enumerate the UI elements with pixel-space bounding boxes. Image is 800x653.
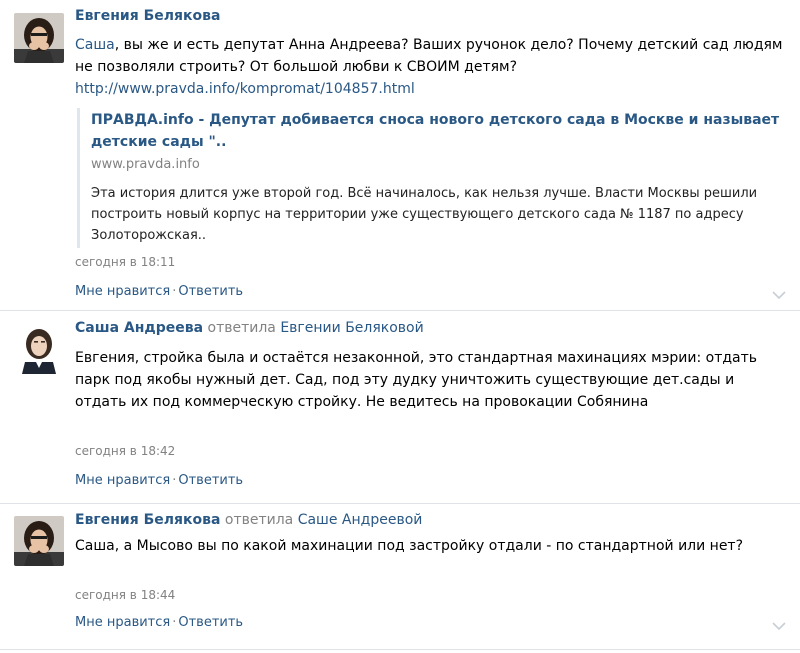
avatar[interactable]	[14, 324, 64, 374]
mention-link[interactable]: Саша	[75, 37, 115, 53]
action-separator: ·	[172, 284, 177, 299]
avatar[interactable]	[14, 516, 64, 566]
replied-label: ответила	[207, 320, 276, 336]
comment: Саша Андреева ответила Евгении Беляковой…	[0, 311, 800, 504]
avatar-woman-dark-hair-icon	[14, 516, 64, 566]
preview-description: Эта история длится уже второй год. Всё н…	[91, 186, 758, 243]
comment-actions: Мне нравится · Ответить	[75, 473, 243, 488]
comment-text: Евгения, стройка была и остаётся незакон…	[75, 350, 758, 410]
comments-feed: Евгения Белякова Саша, вы же и есть депу…	[0, 0, 800, 653]
comment-actions: Мне нравится · Ответить	[75, 615, 243, 630]
reply-button[interactable]: Ответить	[178, 473, 243, 488]
comment-header: Евгения Белякова ответила Саше Андреевой	[75, 512, 422, 528]
comment-actions: Мне нравится · Ответить	[75, 284, 243, 299]
comment-date[interactable]: сегодня в 18:44	[75, 588, 175, 602]
comment-text: Саша, вы же и есть депутат Анна Андреева…	[75, 37, 783, 97]
comment: Евгения Белякова ответила Саше Андреевой…	[0, 504, 800, 653]
author-name[interactable]: Евгения Белякова	[75, 8, 220, 24]
preview-domain: www.pravda.info	[91, 157, 200, 172]
like-button[interactable]: Мне нравится	[75, 473, 170, 488]
chevron-down-icon[interactable]	[772, 290, 786, 300]
comment-date[interactable]: сегодня в 18:11	[75, 255, 175, 269]
author-name[interactable]: Саша Андреева	[75, 320, 203, 336]
comment-date[interactable]: сегодня в 18:42	[75, 444, 175, 458]
comment-header: Евгения Белякова	[75, 8, 220, 24]
like-button[interactable]: Мне нравится	[75, 284, 170, 299]
reply-button[interactable]: Ответить	[178, 615, 243, 630]
external-link[interactable]: http://www.pravda.info/kompromat/104857.…	[75, 81, 415, 97]
avatar-woman-dark-hair-icon	[14, 13, 64, 63]
chevron-down-icon[interactable]	[772, 621, 786, 631]
avatar[interactable]	[14, 13, 64, 63]
action-separator: ·	[172, 473, 177, 488]
comment-text: Саша, а Мысово вы по какой махинации под…	[75, 538, 744, 554]
reply-button[interactable]: Ответить	[178, 284, 243, 299]
divider	[0, 649, 800, 650]
replied-label: ответила	[224, 512, 294, 528]
preview-title[interactable]: ПРАВДА.info - Депутат добивается сноса н…	[91, 109, 781, 153]
action-separator: ·	[172, 615, 177, 630]
reply-target-link[interactable]: Евгении Беляковой	[280, 320, 423, 336]
reply-target-link[interactable]: Саше Андреевой	[298, 512, 423, 528]
comment: Евгения Белякова Саша, вы же и есть депу…	[0, 0, 800, 311]
author-name[interactable]: Евгения Белякова	[75, 512, 220, 528]
avatar-woman-portrait-icon	[14, 324, 64, 374]
like-button[interactable]: Мне нравится	[75, 615, 170, 630]
comment-header: Саша Андреева ответила Евгении Беляковой	[75, 320, 424, 336]
link-preview[interactable]: ПРАВДА.info - Депутат добивается сноса н…	[77, 108, 780, 248]
